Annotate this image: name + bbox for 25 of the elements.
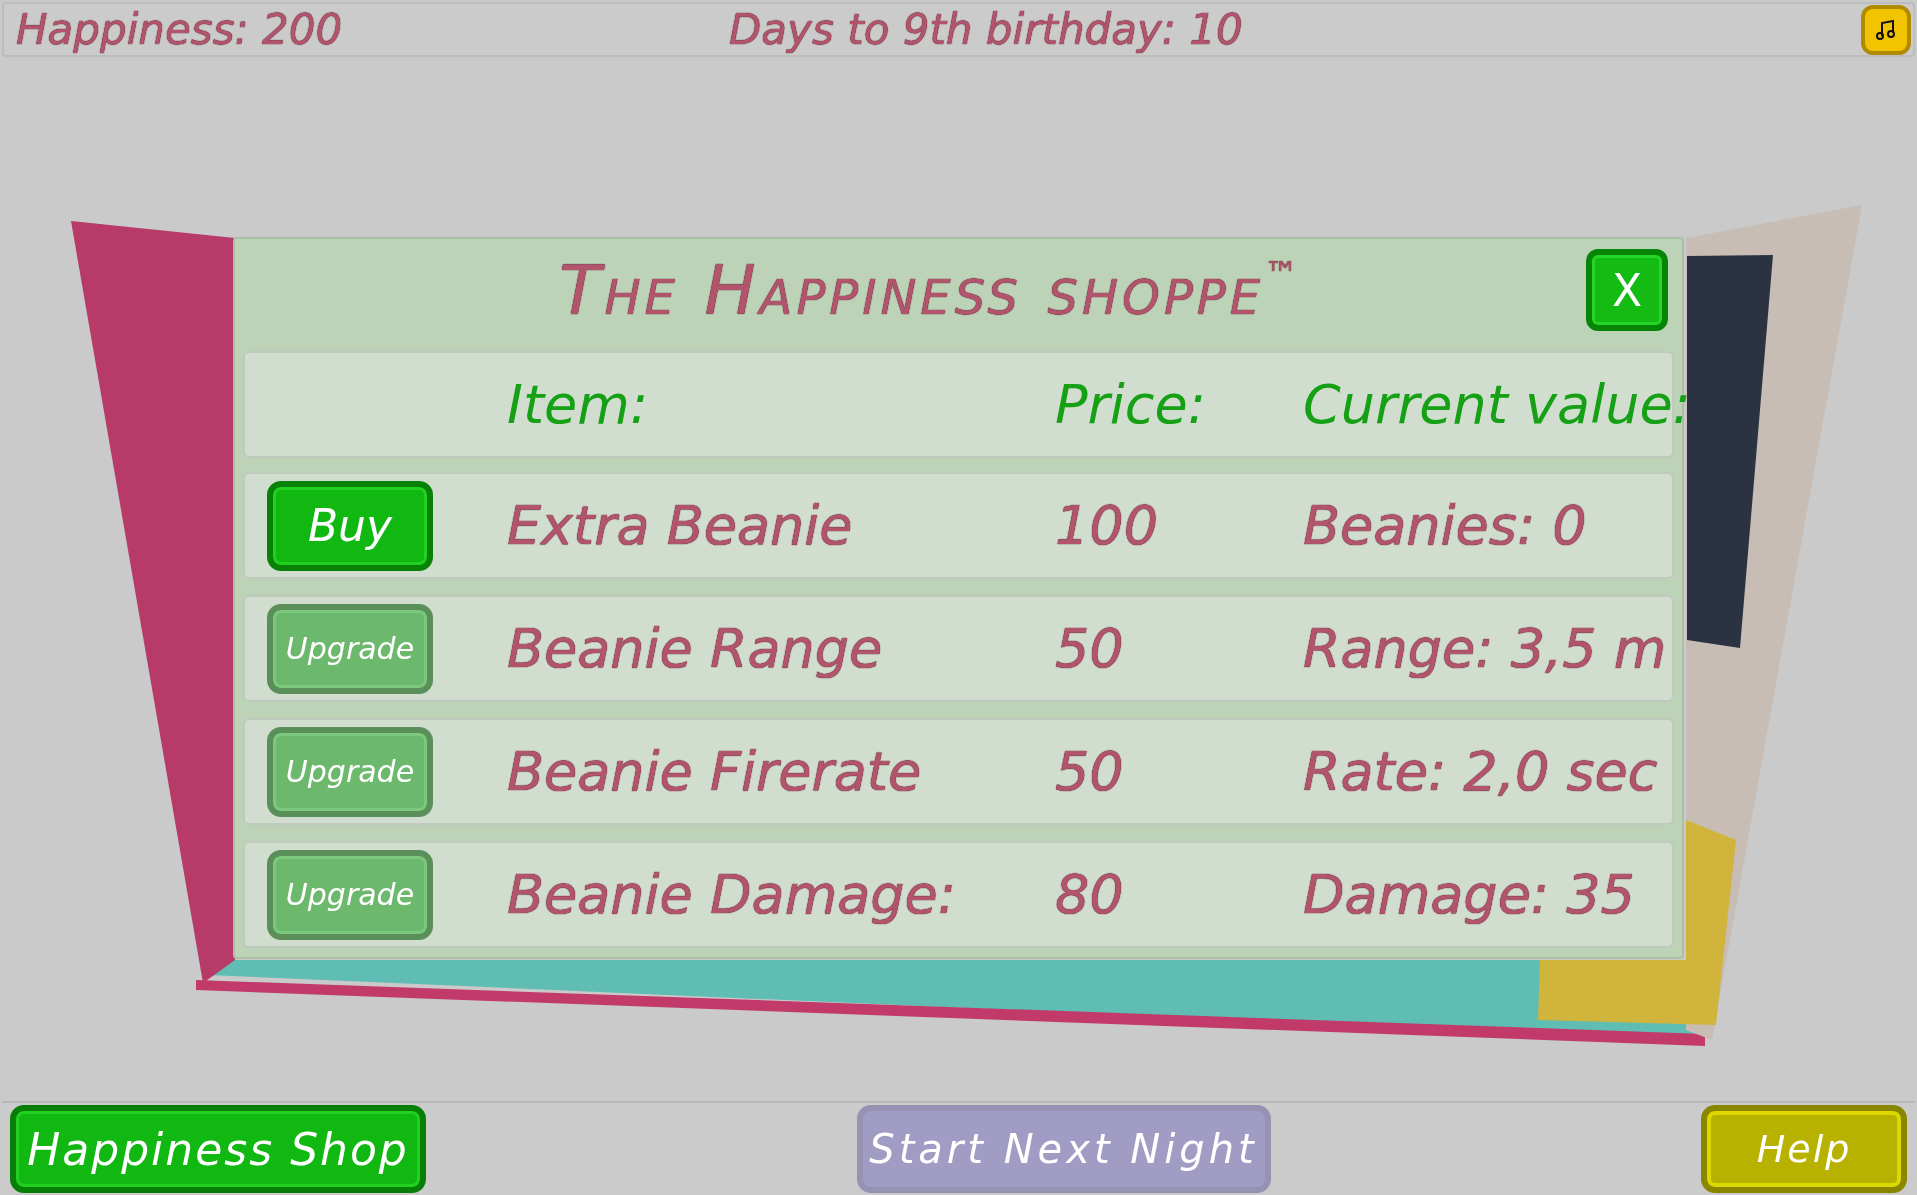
music-note-icon (1874, 17, 1898, 42)
item-price: 80 (1055, 863, 1125, 926)
current-value: Rate: 2,0 sec (1303, 740, 1659, 803)
item-name: Extra Beanie (507, 494, 854, 557)
column-header: Current value: (1303, 373, 1691, 436)
night-button[interactable]: Start Next Night (856, 1105, 1271, 1193)
column-header: Price: (1055, 373, 1207, 436)
item-name: Beanie Damage: (507, 863, 958, 926)
item-price: 100 (1055, 494, 1160, 557)
item-price: 50 (1055, 617, 1125, 680)
current-value: Beanies: 0 (1303, 494, 1588, 557)
buy-button[interactable]: Buy (267, 480, 433, 571)
music-toggle-button[interactable] (1861, 4, 1911, 55)
item-name: Beanie Firerate (507, 740, 923, 803)
item-price: 50 (1055, 740, 1125, 803)
help-button[interactable]: Help (1701, 1105, 1907, 1193)
close-button[interactable]: X (1586, 249, 1668, 331)
shop-title: The Happiness shoppe$^{™}$ (557, 250, 1304, 330)
happiness-counter: Happiness: 200 (16, 5, 344, 54)
birthday-countdown: Days to 9th birthday: 10 (729, 5, 1243, 54)
shop-button[interactable]: Happiness Shop (10, 1105, 426, 1193)
item-name: Beanie Range (507, 617, 884, 680)
current-value: Range: 3,5 m (1303, 617, 1668, 680)
column-header: Item: (507, 373, 650, 436)
current-value: Damage: 35 (1303, 863, 1636, 926)
